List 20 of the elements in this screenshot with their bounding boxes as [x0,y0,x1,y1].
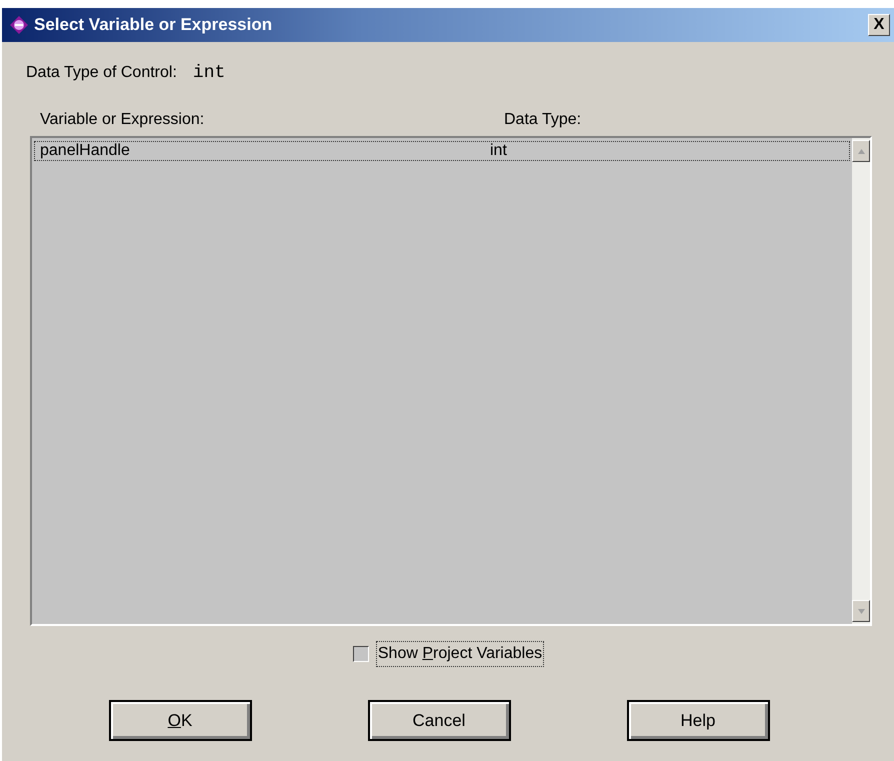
app-icon [10,16,28,34]
scrollbar[interactable] [852,138,870,624]
help-button[interactable]: Help [626,700,770,741]
scroll-down-button[interactable] [852,600,870,622]
checkbox-label[interactable]: Show Project Variables [376,642,544,666]
up-arrow-icon [858,148,864,154]
column-header: Data Type: [504,110,582,130]
list-cell-text: int [489,141,507,161]
list-row[interactable]: panelHandle int [34,141,850,161]
window-title: Select Variable or Expression [34,14,272,36]
close-button[interactable]: X [868,14,890,36]
checkbox[interactable] [352,646,369,662]
list-cell-text: panelHandle [39,141,131,161]
column-header: Variable or Expression: [40,110,206,130]
ok-button[interactable]: OK [108,700,252,741]
down-arrow-icon [858,608,864,614]
control-type-label: Data Type of Control: [26,63,177,83]
control-type-value: int [192,62,226,84]
scroll-up-button[interactable] [852,140,870,162]
cancel-button[interactable]: Cancel [368,700,510,741]
